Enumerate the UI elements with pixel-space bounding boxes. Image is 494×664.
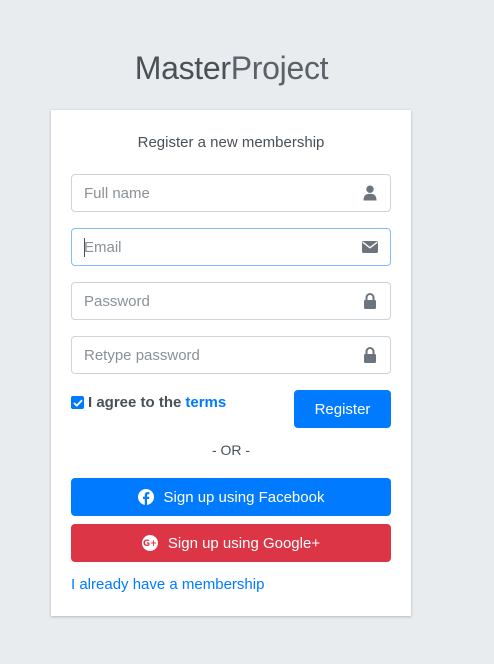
logo-light-text: Project — [230, 50, 329, 86]
agree-checkbox[interactable] — [71, 396, 84, 409]
register-card: Register a new membership I agree to the… — [51, 110, 411, 616]
retype-password-input[interactable] — [72, 337, 350, 373]
or-separator: - OR - — [211, 442, 251, 458]
email-input[interactable] — [72, 229, 350, 265]
facebook-icon — [137, 489, 154, 505]
logo-bold-text: Master — [134, 50, 231, 86]
google-signup-label: Sign up using Google+ — [167, 534, 321, 552]
login-link[interactable]: I already have a membership — [71, 576, 264, 593]
facebook-signup-button[interactable]: Sign up using Facebook — [71, 478, 391, 516]
fullname-field — [71, 174, 391, 212]
lock-icon — [350, 337, 390, 373]
google-plus-icon: G+ — [141, 535, 158, 551]
password-input[interactable] — [72, 283, 350, 319]
google-signup-button[interactable]: G+ Sign up using Google+ — [71, 524, 391, 562]
terms-link[interactable]: terms — [185, 394, 226, 411]
app-logo[interactable]: MasterProject — [0, 50, 463, 87]
user-icon — [350, 175, 390, 211]
agree-label[interactable]: I agree to the — [88, 394, 181, 411]
agree-terms: I agree to the terms — [71, 394, 226, 411]
svg-text:G+: G+ — [143, 539, 157, 549]
lock-icon — [350, 283, 390, 319]
check-icon — [72, 399, 83, 407]
text-caret — [84, 238, 85, 257]
password-field — [71, 282, 391, 320]
retype-password-field — [71, 336, 391, 374]
register-button[interactable]: Register — [294, 390, 391, 428]
envelope-icon — [350, 229, 390, 265]
facebook-signup-label: Sign up using Facebook — [163, 488, 325, 506]
email-field — [71, 228, 391, 266]
register-message: Register a new membership — [137, 134, 325, 151]
fullname-input[interactable] — [72, 175, 350, 211]
